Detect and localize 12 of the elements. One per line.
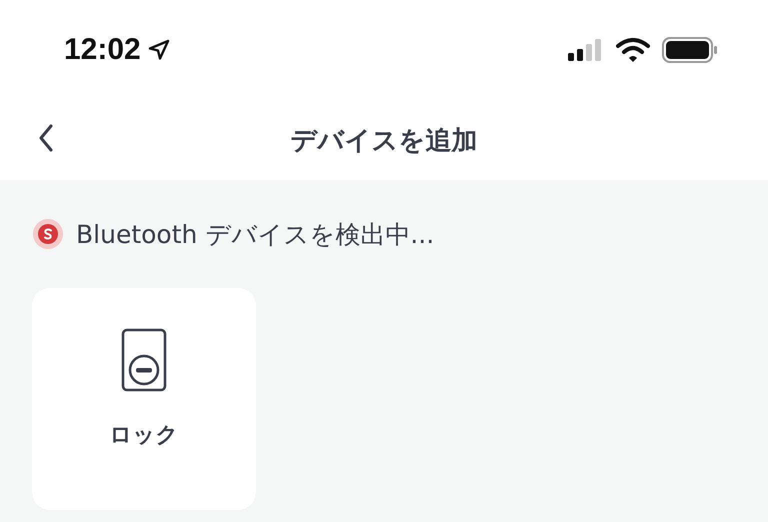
wifi-icon: [616, 38, 650, 62]
page-title: デバイスを追加: [290, 124, 478, 158]
battery-icon: [662, 37, 718, 63]
status-time: 12:02: [64, 33, 141, 67]
device-card[interactable]: ロック: [32, 288, 256, 510]
device-label: ロック: [110, 422, 178, 450]
back-icon: [38, 124, 54, 152]
scanning-status-text: Bluetooth デバイスを検出中...: [76, 218, 434, 250]
logo-icon: [32, 218, 64, 250]
location-arrow-icon: [146, 38, 171, 62]
signal-icon: [568, 39, 604, 61]
lock-device-icon: [121, 328, 167, 392]
